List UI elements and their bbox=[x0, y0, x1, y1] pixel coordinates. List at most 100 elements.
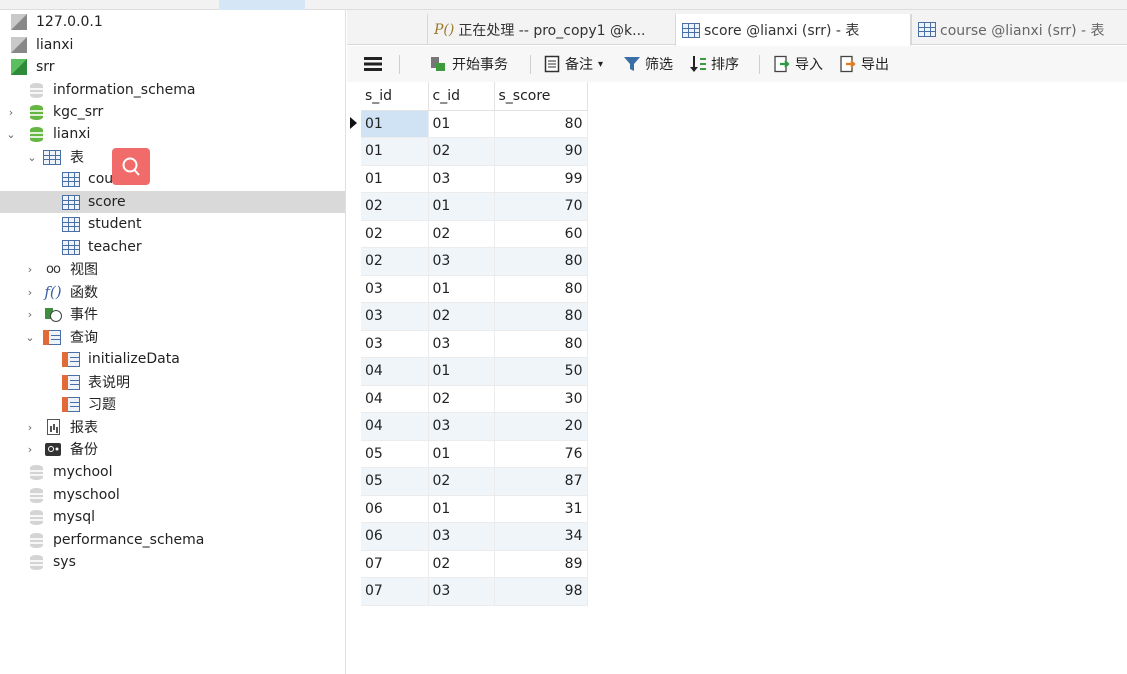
table-item-score[interactable]: score bbox=[0, 191, 345, 213]
grid-cell-s-id[interactable]: 05 bbox=[361, 440, 429, 468]
grid-cell-s-id[interactable]: 04 bbox=[361, 412, 429, 441]
views-folder[interactable]: › oo 视图 bbox=[0, 258, 345, 280]
table-row[interactable]: 07 02 89 bbox=[361, 550, 588, 578]
chevron-down-icon[interactable]: ⌄ bbox=[26, 146, 38, 168]
grid-cell-c-id[interactable]: 02 bbox=[428, 302, 495, 331]
tab-course[interactable]: course @lianxi (srr) - 表 bbox=[911, 14, 1127, 45]
grid-cell-c-id[interactable]: 03 bbox=[428, 330, 495, 358]
grid-cell-s-id[interactable]: 03 bbox=[361, 330, 429, 358]
table-row[interactable]: 04 01 50 bbox=[361, 357, 588, 386]
chevron-right-icon[interactable]: › bbox=[24, 281, 36, 303]
table-item-teacher[interactable]: teacher bbox=[0, 236, 345, 258]
tab-score[interactable]: score @lianxi (srr) - 表 bbox=[675, 14, 911, 46]
table-item-student[interactable]: student bbox=[0, 213, 345, 235]
grid-cell-c-id[interactable]: 03 bbox=[428, 247, 495, 276]
chevron-down-icon[interactable]: ⌄ bbox=[5, 123, 17, 145]
queries-folder[interactable]: ⌄ 查询 bbox=[0, 326, 345, 348]
grid-cell-c-id[interactable]: 02 bbox=[428, 385, 495, 413]
db-kgc-srr[interactable]: › kgc_srr bbox=[0, 101, 345, 123]
grid-cell-s-score[interactable]: 60 bbox=[494, 220, 588, 248]
grid-cell-c-id[interactable]: 03 bbox=[428, 412, 495, 441]
connection-srr[interactable]: srr bbox=[0, 56, 345, 78]
table-row[interactable]: 04 03 20 bbox=[361, 412, 588, 441]
db-performance-schema[interactable]: performance_schema bbox=[0, 529, 345, 551]
chevron-down-icon[interactable]: ⌄ bbox=[24, 326, 36, 348]
table-row[interactable]: 01 02 90 bbox=[361, 137, 588, 166]
chevron-right-icon[interactable]: › bbox=[24, 416, 36, 438]
query-item-initializedata[interactable]: initializeData bbox=[0, 348, 345, 370]
grid-cell-c-id[interactable]: 02 bbox=[428, 467, 495, 496]
grid-cell-s-id[interactable]: 06 bbox=[361, 495, 429, 523]
grid-cell-s-id[interactable]: 03 bbox=[361, 302, 429, 331]
table-row[interactable]: 02 02 60 bbox=[361, 220, 588, 248]
chevron-right-icon[interactable]: › bbox=[5, 101, 17, 123]
grid-cell-s-score[interactable]: 80 bbox=[494, 302, 588, 331]
connection-lianxi[interactable]: lianxi bbox=[0, 34, 345, 56]
filter-button[interactable]: 筛选 bbox=[623, 46, 673, 82]
grid-cell-s-score[interactable]: 70 bbox=[494, 192, 588, 221]
tab-processing[interactable]: P() 正在处理 -- pro_copy1 @k... bbox=[427, 14, 675, 45]
table-item-course[interactable]: course bbox=[0, 168, 345, 190]
table-row[interactable]: 04 02 30 bbox=[361, 385, 588, 413]
db-myschool[interactable]: myschool bbox=[0, 484, 345, 506]
table-row[interactable]: 06 01 31 bbox=[361, 495, 588, 523]
grid-cell-s-id[interactable]: 06 bbox=[361, 522, 429, 551]
grid-cell-s-id[interactable]: 04 bbox=[361, 385, 429, 413]
grid-cell-s-id[interactable]: 07 bbox=[361, 577, 429, 606]
chevron-right-icon[interactable]: › bbox=[24, 258, 36, 280]
sort-button[interactable]: 排序 bbox=[689, 46, 739, 82]
query-item-exercises[interactable]: 习题 bbox=[0, 393, 345, 415]
query-item-table-notes[interactable]: 表说明 bbox=[0, 371, 345, 393]
grid-cell-s-score[interactable]: 76 bbox=[494, 440, 588, 468]
grid-cell-s-score[interactable]: 30 bbox=[494, 385, 588, 413]
grid-cell-c-id[interactable]: 01 bbox=[428, 110, 495, 138]
table-row[interactable]: 02 03 80 bbox=[361, 247, 588, 276]
grid-cell-s-id[interactable]: 04 bbox=[361, 357, 429, 386]
grid-cell-s-id[interactable]: 03 bbox=[361, 275, 429, 303]
reports-folder[interactable]: › 报表 bbox=[0, 416, 345, 438]
table-row[interactable]: 07 03 98 bbox=[361, 577, 588, 606]
backups-folder[interactable]: › 备份 bbox=[0, 438, 345, 460]
column-header-s-score[interactable]: s_score bbox=[494, 82, 588, 111]
export-button[interactable]: 导出 bbox=[839, 46, 889, 82]
grid-cell-s-score[interactable]: 80 bbox=[494, 247, 588, 276]
db-sys[interactable]: sys bbox=[0, 551, 345, 573]
menu-button[interactable] bbox=[364, 46, 382, 82]
events-folder[interactable]: › 事件 bbox=[0, 303, 345, 325]
table-row[interactable]: 01 03 99 bbox=[361, 165, 588, 193]
grid-cell-c-id[interactable]: 01 bbox=[428, 440, 495, 468]
table-row[interactable]: 06 03 34 bbox=[361, 522, 588, 551]
connection-127[interactable]: 127.0.0.1 bbox=[0, 11, 345, 33]
grid-cell-s-score[interactable]: 80 bbox=[494, 275, 588, 303]
chevron-down-icon[interactable]: ▾ bbox=[598, 59, 603, 70]
table-row[interactable]: 03 03 80 bbox=[361, 330, 588, 358]
grid-cell-s-id[interactable]: 07 bbox=[361, 550, 429, 578]
grid-cell-s-id[interactable]: 02 bbox=[361, 220, 429, 248]
column-header-c-id[interactable]: c_id bbox=[428, 82, 495, 111]
grid-cell-c-id[interactable]: 01 bbox=[428, 275, 495, 303]
table-row[interactable]: 03 02 80 bbox=[361, 302, 588, 331]
db-information-schema[interactable]: information_schema bbox=[0, 79, 345, 101]
functions-folder[interactable]: › f() 函数 bbox=[0, 281, 345, 303]
grid-cell-s-score[interactable]: 34 bbox=[494, 522, 588, 551]
grid-cell-c-id[interactable]: 02 bbox=[428, 220, 495, 248]
grid-cell-c-id[interactable]: 03 bbox=[428, 577, 495, 606]
db-mychool[interactable]: mychool bbox=[0, 461, 345, 483]
begin-transaction-button[interactable]: 开始事务 bbox=[429, 46, 508, 82]
grid-cell-s-score[interactable]: 90 bbox=[494, 137, 588, 166]
grid-cell-c-id[interactable]: 02 bbox=[428, 137, 495, 166]
grid-cell-c-id[interactable]: 03 bbox=[428, 522, 495, 551]
grid-cell-s-score[interactable]: 87 bbox=[494, 467, 588, 496]
grid-cell-s-score[interactable]: 80 bbox=[494, 330, 588, 358]
chevron-right-icon[interactable]: › bbox=[24, 303, 36, 325]
grid-cell-s-score[interactable]: 50 bbox=[494, 357, 588, 386]
table-row[interactable]: 05 02 87 bbox=[361, 467, 588, 496]
db-mysql[interactable]: mysql bbox=[0, 506, 345, 528]
import-button[interactable]: 导入 bbox=[773, 46, 823, 82]
memo-button[interactable]: 备注 ▾ bbox=[544, 46, 603, 82]
grid-cell-c-id[interactable]: 01 bbox=[428, 495, 495, 523]
grid-cell-s-score[interactable]: 89 bbox=[494, 550, 588, 578]
grid-cell-s-score[interactable]: 20 bbox=[494, 412, 588, 441]
table-row[interactable]: 05 01 76 bbox=[361, 440, 588, 468]
floating-search-button[interactable] bbox=[112, 148, 150, 185]
